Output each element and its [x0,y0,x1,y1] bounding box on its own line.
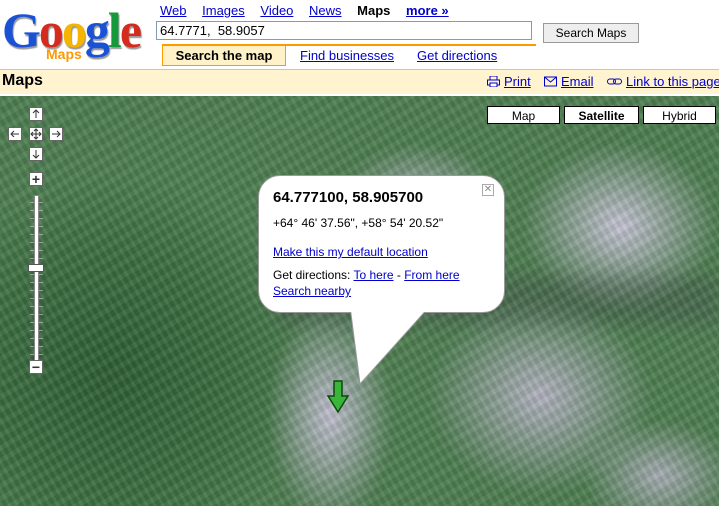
search-nearby-link[interactable]: Search nearby [273,284,351,298]
nav-images[interactable]: Images [202,3,245,18]
to-here-link[interactable]: To here [354,268,394,282]
nav-news[interactable]: News [309,3,342,18]
info-window: ✕ 64.777100, 58.905700 +64° 46' 37.56", … [258,175,505,313]
link-label: Link to this page [626,74,719,89]
nav-more[interactable]: more » [406,3,449,18]
make-default-location-link[interactable]: Make this my default location [273,245,428,259]
directions-separator: - [396,268,401,282]
zoom-in-button[interactable]: + [29,172,43,186]
arrow-right-icon [52,130,61,138]
link-to-page[interactable]: Link to this page [607,74,719,89]
info-coords: 64.777100, 58.905700 [273,189,424,206]
pan-up-button[interactable] [29,107,43,121]
arrow-left-icon [10,130,19,138]
google-maps-logo[interactable]: Google Maps [0,2,150,64]
search-tabs: Search the map Find businesses Get direc… [162,44,536,68]
tab-get-directions[interactable]: Get directions [417,46,497,66]
arrow-up-icon [32,109,40,118]
map-type-satellite-button[interactable]: Satellite [564,106,639,124]
search-input[interactable] [156,21,532,40]
map-type-hybrid-button[interactable]: Hybrid [643,106,716,124]
logo-maps-label: Maps [46,46,82,62]
close-icon[interactable]: ✕ [482,184,494,196]
print-link[interactable]: Print [487,74,531,89]
page-title: Maps [2,72,43,89]
email-icon [544,76,557,87]
center-arrows-icon [30,128,42,140]
tab-find-businesses[interactable]: Find businesses [300,46,394,66]
tab-search-the-map[interactable]: Search the map [162,46,286,66]
pan-left-button[interactable] [8,127,22,141]
info-window-tail [349,306,432,386]
info-dms: +64° 46' 37.56", +58° 54' 20.52" [273,216,444,230]
nav-video[interactable]: Video [260,3,293,18]
from-here-link[interactable]: From here [404,268,459,282]
email-link[interactable]: Email [544,74,594,89]
pan-center-button[interactable] [29,127,43,141]
nav-web[interactable]: Web [160,3,187,18]
satellite-map[interactable]: Map Satellite Hybrid + − ✕ 64.777100, 58… [0,96,719,506]
title-bar: Maps Print Email Link to this page [0,69,719,94]
nav-maps-current: Maps [357,3,391,18]
pan-down-button[interactable] [29,147,43,161]
top-nav: Web Images Video News Maps more » [160,3,461,18]
print-label: Print [504,74,531,89]
zoom-slider-handle[interactable] [28,264,44,272]
zoom-out-button[interactable]: − [29,360,43,374]
search-maps-button[interactable]: Search Maps [543,23,639,43]
directions-row: Get directions: To here - From here [273,268,460,282]
link-icon [607,78,622,85]
zoom-slider-track[interactable] [34,195,39,367]
email-label: Email [561,74,594,89]
directions-label: Get directions: [273,268,351,282]
print-icon [487,76,500,87]
arrow-down-icon [32,150,40,159]
map-type-map-button[interactable]: Map [487,106,560,124]
pan-right-button[interactable] [49,127,63,141]
